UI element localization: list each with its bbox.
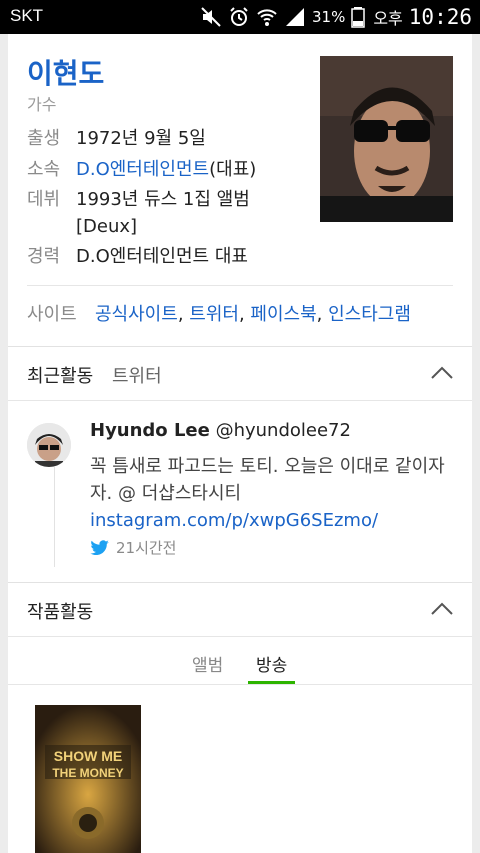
facebook-link[interactable]: 페이스북 xyxy=(250,304,316,325)
mute-icon xyxy=(201,7,221,27)
thread-line xyxy=(54,467,55,567)
status-bar: SKT 31% 오후 10:26 xyxy=(0,0,480,34)
avatar-image xyxy=(27,423,71,467)
signal-icon xyxy=(285,8,304,26)
tweet-author-name: Hyundo Lee xyxy=(90,420,210,441)
twitter-link[interactable]: 트위터 xyxy=(189,304,239,325)
site-label: 사이트 xyxy=(27,304,77,325)
twitter-bird-icon xyxy=(90,539,109,555)
battery-icon xyxy=(351,7,366,28)
works-card: 작품활동 앨범 방송 SHOW ME THE MONEY xyxy=(8,582,472,853)
works-header[interactable]: 작품활동 xyxy=(8,583,472,637)
works-tabs: 앨범 방송 xyxy=(8,637,472,685)
tweet-time: 21시간전 xyxy=(116,539,177,557)
recent-activity-title: 최근활동 xyxy=(27,366,94,387)
career-value: D.O엔터테인먼트 대표 xyxy=(76,246,248,267)
agency-row: 소속 D.O엔터테인먼트(대표) xyxy=(27,156,256,183)
agency-suffix: (대표) xyxy=(209,159,257,180)
debut-line1: 1993년 듀스 1집 앨범 xyxy=(76,189,250,210)
recent-activity-card: 최근활동 트위터 Hyundo Lee @hyundolee72 꼭 틈새로 파… xyxy=(8,346,472,582)
svg-text:THE MONEY: THE MONEY xyxy=(52,766,123,780)
site-row: 사이트 공식사이트, 트위터, 페이스북, 인스타그램 xyxy=(27,301,411,328)
clock: 10:26 xyxy=(408,5,472,29)
tweet-link[interactable]: instagram.com/p/xwpG6SEzmo/ xyxy=(90,510,378,531)
career-label: 경력 xyxy=(27,246,61,267)
debut-row: 데뷔 1993년 듀스 1집 앨범 [Deux] xyxy=(27,186,250,240)
tweet-time-row: 21시간전 xyxy=(90,537,177,558)
tweet-author-handle: @hyundolee72 xyxy=(215,420,351,441)
works-title: 작품활동 xyxy=(27,602,94,623)
avatar[interactable] xyxy=(27,423,71,467)
active-tab-indicator xyxy=(248,681,295,684)
official-site-link[interactable]: 공식사이트 xyxy=(95,304,178,325)
tab-broadcast[interactable]: 방송 xyxy=(256,651,287,676)
recent-activity-header[interactable]: 최근활동 트위터 xyxy=(8,347,472,401)
site-separator: , xyxy=(177,304,190,325)
status-icons: 31% 오후 10:26 xyxy=(200,3,472,31)
wifi-icon xyxy=(257,9,277,26)
show-poster-image: SHOW ME THE MONEY xyxy=(35,705,141,853)
show-poster[interactable]: SHOW ME THE MONEY xyxy=(35,705,141,853)
battery-percent: 31% xyxy=(311,8,346,26)
tweet-body: 꼭 틈새로 파고드는 토티. 오늘은 이대로 같이자자. @ 더샵스타시티 xyxy=(90,456,445,504)
birth-value: 1972년 9월 5일 xyxy=(76,128,206,149)
carrier-label: SKT xyxy=(10,6,44,25)
ampm-label: 오후 xyxy=(373,9,403,28)
profile-card: 이현도 가수 출생 1972년 9월 5일 소속 D.O엔터테인먼트(대표) 데… xyxy=(8,34,472,346)
artist-job: 가수 xyxy=(27,95,57,114)
birth-label: 출생 xyxy=(27,128,61,149)
birth-row: 출생 1972년 9월 5일 xyxy=(27,125,206,152)
agency-link[interactable]: D.O엔터테인먼트 xyxy=(76,159,209,180)
artist-photo[interactable] xyxy=(320,56,453,222)
site-separator: , xyxy=(238,304,251,325)
debut-label: 데뷔 xyxy=(27,189,61,210)
chevron-up-icon[interactable] xyxy=(430,363,454,383)
recent-activity-source: 트위터 xyxy=(112,366,162,387)
tab-album[interactable]: 앨범 xyxy=(192,651,223,676)
instagram-link[interactable]: 인스타그램 xyxy=(328,304,411,325)
career-row: 경력 D.O엔터테인먼트 대표 xyxy=(27,243,248,270)
debut-line2: [Deux] xyxy=(76,216,138,237)
tweet-text: 꼭 틈새로 파고드는 토티. 오늘은 이대로 같이자자. @ 더샵스타시티 in… xyxy=(90,453,460,534)
svg-text:SHOW ME: SHOW ME xyxy=(54,748,122,764)
alarm-icon xyxy=(230,7,248,26)
chevron-up-icon[interactable] xyxy=(430,599,454,619)
agency-label: 소속 xyxy=(27,159,61,180)
site-separator: , xyxy=(316,304,329,325)
tweet-author[interactable]: Hyundo Lee @hyundolee72 xyxy=(90,420,351,441)
divider xyxy=(27,285,453,286)
portrait-image xyxy=(320,56,453,222)
artist-name[interactable]: 이현도 xyxy=(27,52,104,92)
